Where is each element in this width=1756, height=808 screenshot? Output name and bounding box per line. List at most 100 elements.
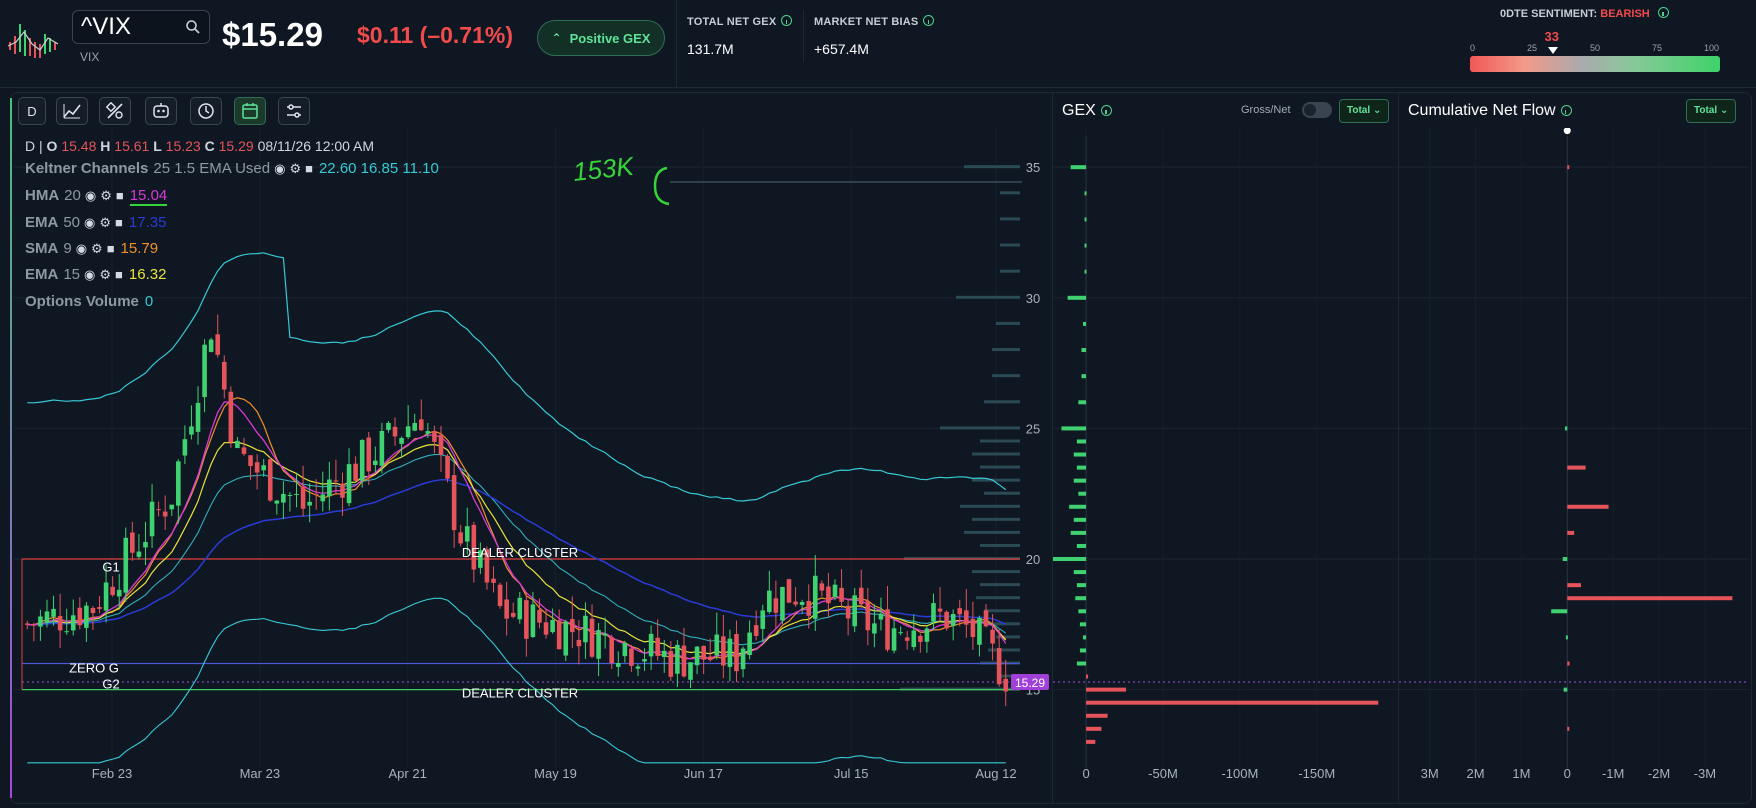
gear-icon[interactable]: ⚙: [289, 161, 301, 177]
bar: [1562, 557, 1568, 562]
x-axis-label: -1M: [1602, 766, 1624, 781]
ticker-search-box[interactable]: [72, 10, 210, 44]
legend-close: 15.29: [218, 138, 254, 154]
history-button[interactable]: [190, 97, 222, 125]
candle-body: [287, 495, 293, 497]
indicator-params: 50: [63, 214, 81, 231]
candle-body: [327, 479, 332, 497]
interval-button[interactable]: D: [18, 97, 46, 125]
candle-body: [57, 615, 63, 631]
ticker-input[interactable]: [81, 14, 181, 40]
indicator-legend-row[interactable]: HMA 20 ◉ ⚙ ■ 15.04: [25, 187, 168, 206]
candle-body: [556, 620, 562, 650]
candle-body: [918, 635, 923, 642]
info-icon[interactable]: [1100, 105, 1112, 116]
gex-total-dropdown[interactable]: Total ⌄: [1339, 99, 1390, 123]
brand-logo-icon: [7, 24, 59, 58]
bar: [1073, 452, 1087, 457]
gex-chart[interactable]: 0 -50M -100M -150M: [1053, 128, 1398, 800]
bar: [1069, 504, 1087, 509]
info-icon[interactable]: [1560, 105, 1572, 116]
indicator-legend-row[interactable]: EMA 15 ◉ ⚙ ■ 16.32: [25, 266, 166, 283]
drawing-tools-icon: [106, 102, 123, 119]
volume-profile-bar: [972, 570, 1020, 574]
eye-icon[interactable]: ◉: [76, 241, 87, 257]
trash-icon[interactable]: ■: [115, 215, 123, 230]
indicators-button[interactable]: [145, 97, 177, 125]
info-icon[interactable]: [781, 15, 793, 26]
volume-profile-bar: [964, 165, 1020, 169]
info-icon[interactable]: [1657, 7, 1669, 18]
candle-body: [891, 628, 897, 651]
trash-icon[interactable]: ■: [116, 188, 124, 203]
drawing-tools-button[interactable]: [99, 97, 131, 125]
candle-body: [333, 480, 339, 482]
candle-body: [281, 493, 286, 503]
eye-icon[interactable]: ◉: [84, 267, 95, 283]
candle-body: [261, 465, 266, 471]
sentiment-pointer-icon: [1547, 47, 1558, 54]
bar: [1084, 217, 1087, 222]
bar: [1086, 713, 1108, 718]
x-axis-label: Apr 21: [389, 766, 427, 781]
candle-body: [149, 501, 155, 537]
candle-body: [773, 598, 779, 613]
x-axis-label: 0: [1564, 766, 1571, 781]
x-axis-label: Feb 23: [92, 766, 132, 781]
candle-body: [622, 642, 628, 657]
indicator-legend-row[interactable]: EMA 50 ◉ ⚙ ■ 17.35: [25, 214, 166, 231]
volume-profile-bar: [980, 439, 1020, 443]
eye-icon[interactable]: ◉: [84, 215, 95, 231]
info-icon[interactable]: [923, 15, 935, 26]
candle-body: [162, 511, 168, 517]
volume-profile-bar: [972, 478, 1020, 482]
candle-body: [648, 633, 654, 657]
indicator-name: EMA: [25, 214, 59, 231]
cumulative-flow-chart[interactable]: 3M 2M 1M 0 -1M -2M -3M: [1399, 128, 1749, 800]
gear-icon[interactable]: ⚙: [99, 267, 111, 283]
candle-body: [537, 609, 542, 623]
settings-button[interactable]: [278, 97, 310, 125]
indicator-legend-row[interactable]: SMA 9 ◉ ⚙ ■ 15.79: [25, 240, 158, 257]
eye-icon[interactable]: ◉: [274, 161, 285, 177]
indicator-legend-row[interactable]: Keltner Channels 25 1.5 EMA Used ◉ ⚙ ■ 22.60 …: [25, 160, 439, 177]
candle-body: [996, 648, 1002, 685]
candle-body: [235, 440, 240, 449]
calendar-button[interactable]: [234, 97, 266, 125]
gear-icon[interactable]: ⚙: [99, 215, 111, 231]
candle-body: [70, 615, 76, 631]
chevron-up-icon: ⌃: [551, 31, 562, 45]
bar: [1078, 400, 1087, 405]
candle-body: [228, 391, 234, 443]
gear-icon[interactable]: ⚙: [100, 188, 112, 204]
bar: [1567, 530, 1575, 535]
flow-title-text: Cumulative Net Flow: [1408, 102, 1556, 119]
candle-body: [721, 636, 726, 666]
trash-icon[interactable]: ■: [115, 267, 123, 282]
candle-body: [826, 586, 831, 604]
candle-body: [655, 637, 660, 656]
bar: [1053, 557, 1087, 562]
trash-icon[interactable]: ■: [107, 241, 115, 256]
candle-body: [629, 648, 634, 666]
trash-icon[interactable]: ■: [305, 161, 313, 176]
gear-icon[interactable]: ⚙: [91, 241, 103, 257]
price-chart[interactable]: 35 30 25 20 15 Feb 23 Mar 23 Apr 21 May 19 Jun 17…: [14, 128, 1052, 800]
gross-net-toggle[interactable]: [1302, 102, 1332, 118]
bar: [1551, 609, 1568, 614]
chart-type-button[interactable]: [56, 97, 88, 125]
g1-label: G1: [102, 559, 119, 574]
bar: [1567, 583, 1582, 588]
candle-body: [740, 648, 746, 670]
candle-body: [950, 613, 956, 626]
search-icon[interactable]: [185, 19, 201, 35]
bar: [1075, 596, 1087, 601]
candle-body: [760, 610, 766, 629]
flow-total-dropdown[interactable]: Total ⌄: [1686, 99, 1737, 123]
candle-body: [156, 509, 161, 511]
candle-body: [839, 587, 844, 602]
eye-icon[interactable]: ◉: [85, 188, 96, 204]
positive-gex-badge[interactable]: ⌃ Positive GEX: [537, 20, 665, 56]
indicator-legend-row[interactable]: Options Volume 0: [25, 293, 153, 310]
legend-low: 15.23: [165, 138, 201, 154]
